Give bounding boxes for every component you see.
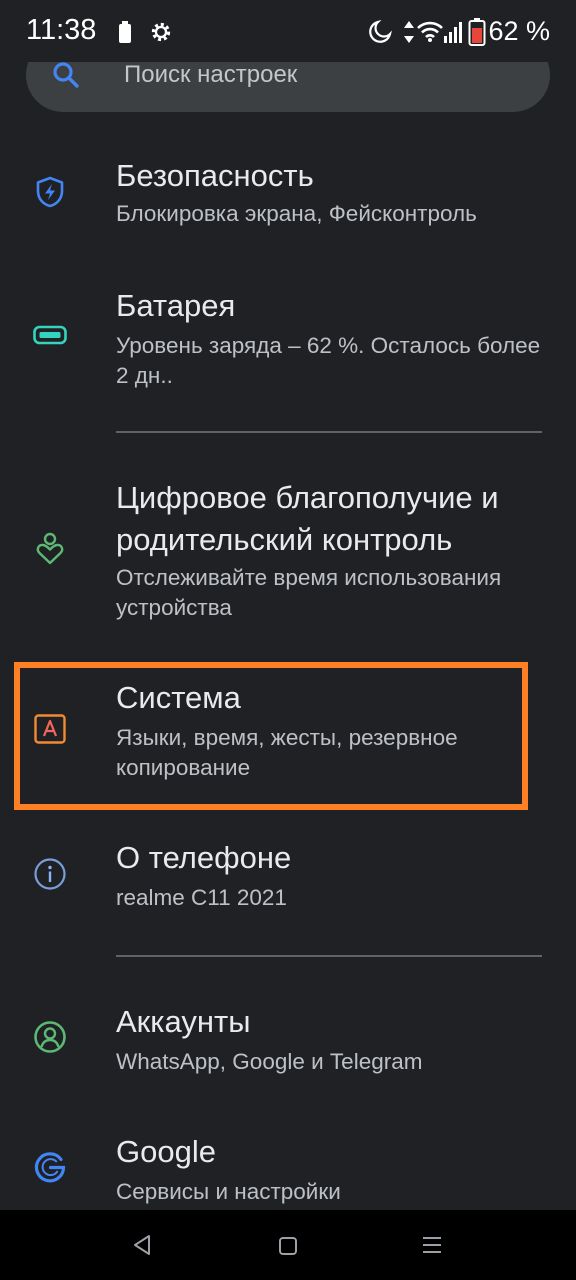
shield-icon — [36, 176, 64, 208]
settings-item-battery[interactable]: Батарея Уровень заряда – 62 %. Осталось … — [0, 280, 576, 410]
settings-item-accounts[interactable]: Аккаунты WhatsApp, Google и Telegram — [0, 996, 576, 1086]
info-icon — [34, 858, 66, 890]
item-subtitle: realme C11 2021 — [116, 885, 287, 910]
moon-icon — [369, 20, 392, 43]
settings-item-digital-wellbeing[interactable]: Цифровое благополучие и родительский кон… — [0, 470, 576, 630]
item-subtitle: WhatsApp, Google и Telegram — [116, 1049, 423, 1074]
settings-item-google[interactable]: Google Сервисы и настройки — [0, 1126, 576, 1210]
status-bar: 11:38 62 % — [0, 0, 576, 62]
google-icon — [34, 1152, 66, 1183]
search-icon — [53, 62, 79, 88]
battery-icon — [33, 325, 67, 345]
accounts-icon — [34, 1021, 66, 1053]
settings-item-about-phone[interactable]: О телефоне realme C11 2021 — [0, 832, 576, 932]
battery-saver-icon — [119, 21, 131, 43]
signal-icon — [444, 22, 462, 43]
wifi-icon — [417, 21, 443, 42]
item-title-line2: родительский контроль — [116, 522, 453, 557]
item-title-line1: Цифровое благополучие и — [116, 480, 499, 515]
item-subtitle: Блокировка экрана, Фейсконтроль — [116, 201, 477, 226]
item-title: О телефоне — [116, 840, 292, 875]
navigation-bar — [0, 1210, 576, 1280]
item-subtitle: Отслеживайте время использования устройс… — [116, 565, 502, 620]
gear-icon — [151, 22, 171, 42]
item-title: Аккаунты — [116, 1004, 251, 1039]
divider — [116, 431, 542, 433]
item-title: Безопасность — [116, 158, 314, 193]
battery-percent: 62 % — [488, 16, 550, 46]
wellbeing-icon — [36, 532, 64, 565]
item-title: Батарея — [116, 288, 236, 323]
item-subtitle: Уровень заряда – 62 %. Осталось более 2 … — [116, 333, 541, 388]
divider — [116, 955, 542, 957]
highlight-frame — [14, 662, 528, 810]
home-icon[interactable] — [278, 1236, 298, 1256]
clock: 11:38 — [26, 14, 97, 46]
item-subtitle: Сервисы и настройки — [116, 1179, 341, 1204]
data-arrows-icon — [404, 21, 414, 43]
item-title: Google — [116, 1134, 216, 1169]
menu-icon[interactable] — [422, 1235, 442, 1255]
settings-item-security[interactable]: Безопасность Блокировка экрана, Фейсконт… — [0, 150, 576, 260]
search-placeholder: Поиск настроек — [124, 61, 298, 88]
battery-icon — [468, 18, 486, 46]
back-icon[interactable] — [132, 1234, 152, 1256]
